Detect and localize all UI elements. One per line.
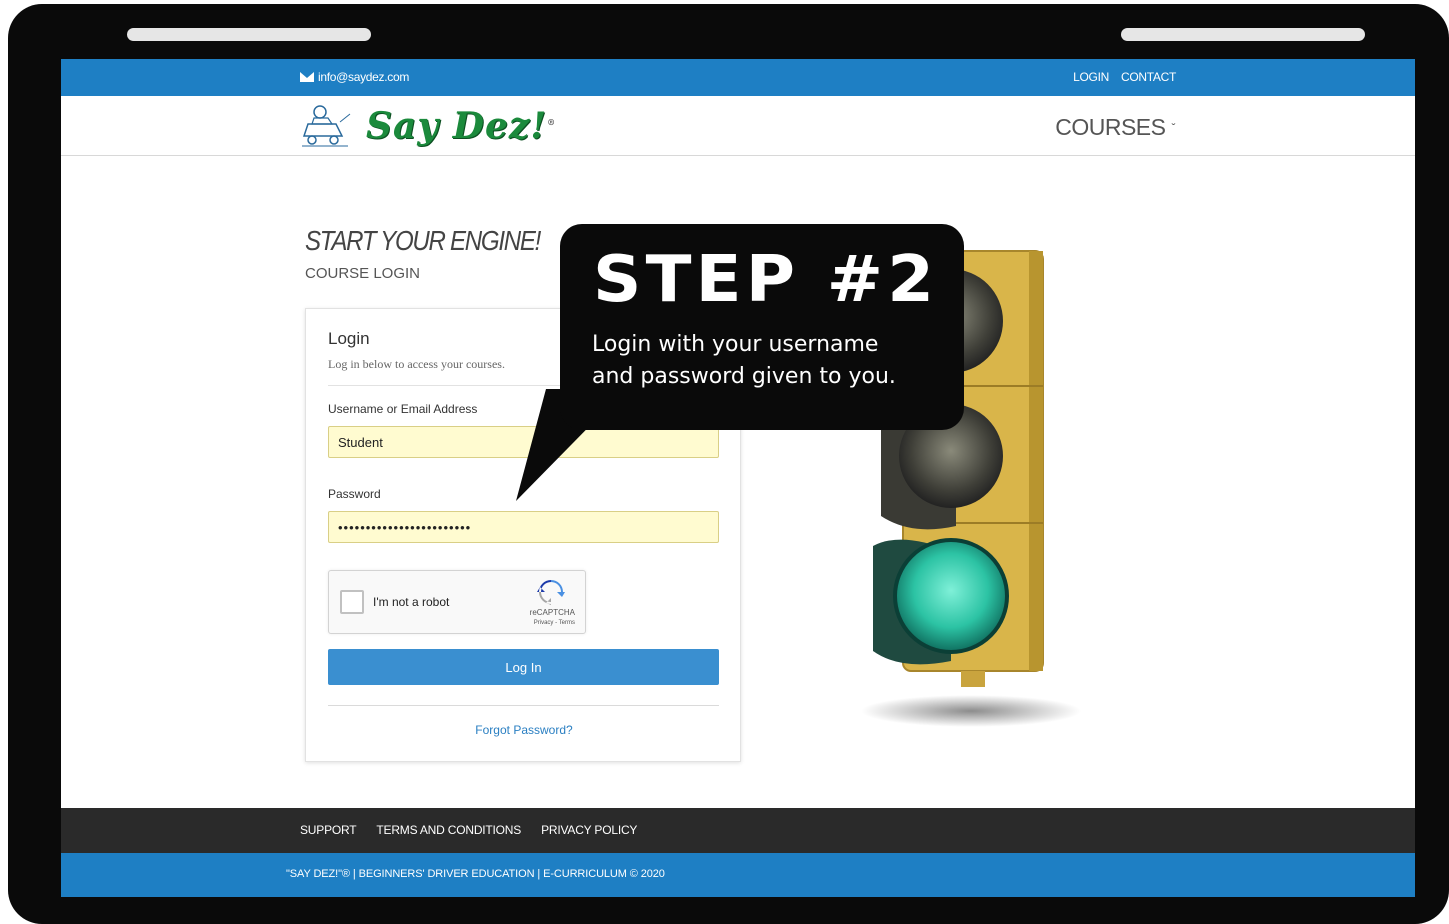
recaptcha-icon	[537, 580, 565, 605]
chevron-down-icon: ˇ	[1171, 120, 1176, 135]
login-button[interactable]: Log In	[328, 649, 719, 685]
courses-menu[interactable]: COURSES ˇ	[1055, 114, 1175, 141]
recaptcha-label: I'm not a robot	[373, 595, 450, 609]
footer-terms-link[interactable]: TERMS AND CONDITIONS	[376, 823, 521, 837]
site-logo[interactable]: Say Dez!®	[300, 102, 556, 150]
contact-link[interactable]: CONTACT	[1121, 70, 1176, 84]
hero-title: START YOUR ENGINE!	[305, 225, 541, 256]
logo-text: Say Dez!	[366, 105, 548, 147]
callout-title: STEP #2	[593, 243, 939, 317]
callout-text-line-1: Login with your username	[592, 332, 879, 357]
browser-screen: info@saydez.com LOGIN CONTACT Say Dez!® …	[61, 59, 1415, 897]
forgot-password-link[interactable]: Forgot Password?	[306, 723, 742, 737]
password-label: Password	[328, 487, 381, 501]
callout-text-line-2: and password given to you.	[592, 363, 896, 389]
footer-privacy-link[interactable]: PRIVACY POLICY	[541, 823, 637, 837]
logo-wordmark: Say Dez!®	[366, 105, 556, 147]
device-speaker-left	[127, 28, 371, 41]
top-info-bar: info@saydez.com LOGIN CONTACT	[61, 59, 1415, 96]
password-input[interactable]	[328, 511, 719, 543]
logo-registered-mark: ®	[547, 117, 557, 127]
hero-subtitle: COURSE LOGIN	[305, 265, 421, 282]
recaptcha-checkbox[interactable]	[340, 590, 364, 614]
callout-text: Login with your username and password gi…	[592, 329, 896, 393]
card-divider-bottom	[328, 705, 719, 706]
footer-links: SUPPORT TERMS AND CONDITIONS PRIVACY POL…	[300, 823, 637, 837]
courses-menu-label: COURSES	[1055, 114, 1166, 140]
username-label: Username or Email Address	[328, 402, 478, 416]
email-text[interactable]: info@saydez.com	[318, 70, 409, 84]
driver-logo-icon	[302, 105, 351, 147]
login-link[interactable]: LOGIN	[1073, 70, 1109, 84]
recaptcha-terms[interactable]: Privacy - Terms	[534, 620, 575, 626]
login-card-title: Login	[328, 329, 370, 348]
mail-icon	[300, 72, 314, 82]
recaptcha-widget: I'm not a robot reCAPTCHA Privacy - Term…	[328, 570, 586, 634]
site-header: Say Dez!® COURSES ˇ	[61, 96, 1415, 156]
recaptcha-brand: reCAPTCHA	[529, 608, 575, 617]
copyright-text: "SAY DEZ!"® | BEGINNERS' DRIVER EDUCATIO…	[286, 868, 665, 880]
contact-email[interactable]: info@saydez.com	[300, 70, 409, 84]
top-links: LOGIN CONTACT	[1073, 70, 1176, 84]
step-callout: STEP #2 Login with your username and pas…	[560, 224, 964, 430]
footer-support-link[interactable]: SUPPORT	[300, 823, 357, 837]
footer-copyright-bar: "SAY DEZ!"® | BEGINNERS' DRIVER EDUCATIO…	[61, 853, 1415, 897]
footer-nav: SUPPORT TERMS AND CONDITIONS PRIVACY POL…	[61, 808, 1415, 853]
device-speaker-right	[1121, 28, 1365, 41]
login-card-description: Log in below to access your courses.	[328, 357, 505, 371]
